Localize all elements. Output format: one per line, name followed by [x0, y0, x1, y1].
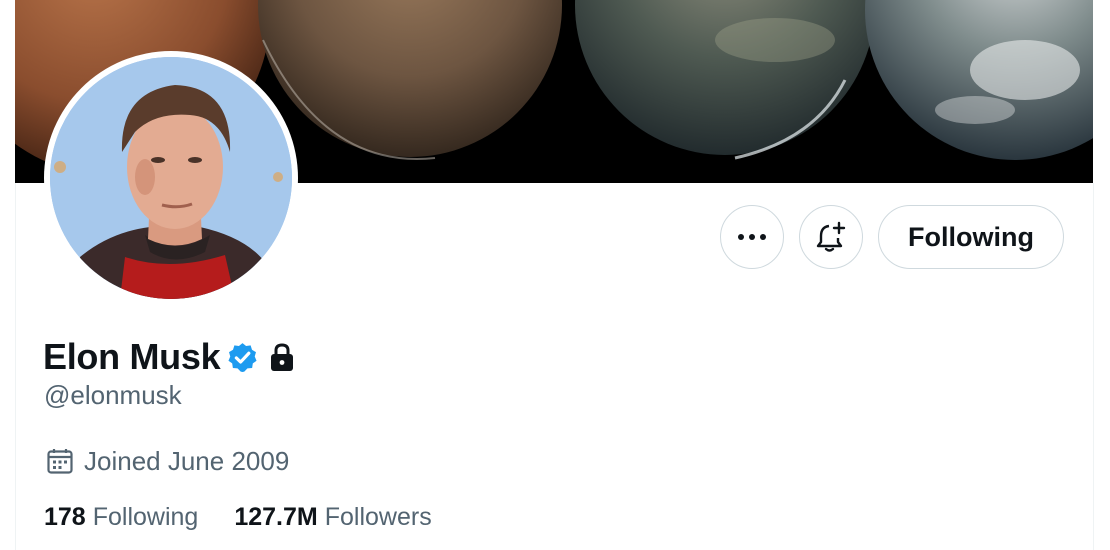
display-name: Elon Musk — [43, 336, 221, 377]
following-count: 178 — [44, 502, 86, 531]
following-label: Following — [92, 502, 199, 531]
joined-date-row: Joined June 2009 — [46, 444, 289, 478]
profile-page: Following Elon Musk @elonmusk Joined Jun… — [0, 0, 1110, 550]
column-border-right — [1093, 183, 1094, 550]
follow-stats: 178 Following 127.7M Followers — [44, 500, 432, 534]
calendar-icon — [46, 447, 74, 475]
notifications-button[interactable] — [799, 205, 863, 269]
followers-label: Followers — [324, 502, 432, 531]
more-button[interactable] — [720, 205, 784, 269]
column-border-left — [15, 183, 16, 550]
joined-date: Joined June 2009 — [84, 445, 290, 476]
profile-handle: @elonmusk — [44, 380, 182, 410]
following-button[interactable]: Following — [878, 205, 1064, 269]
avatar[interactable] — [44, 51, 298, 305]
more-icon — [738, 234, 766, 240]
followers-stat-link[interactable]: 127.7M Followers — [234, 503, 431, 532]
bell-plus-icon — [816, 221, 846, 252]
verified-badge-icon[interactable] — [226, 341, 259, 374]
lock-icon — [269, 342, 295, 372]
avatar-photo — [50, 57, 292, 299]
profile-name-row: Elon Musk — [43, 334, 295, 380]
followers-count: 127.7M — [234, 502, 318, 531]
following-stat-link[interactable]: 178 Following — [44, 503, 198, 532]
